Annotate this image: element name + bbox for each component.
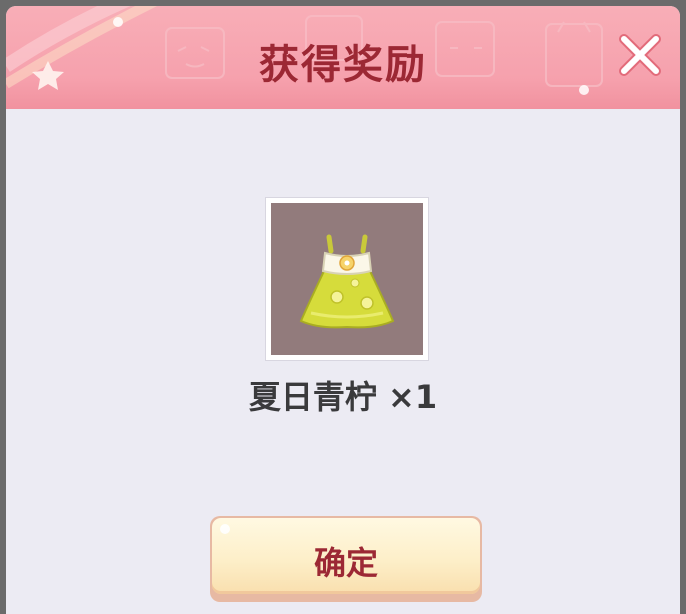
reward-item-label: 夏日青柠 ×1 bbox=[6, 372, 680, 418]
confirm-button-label: 确定 bbox=[313, 544, 378, 582]
confirm-button-face: 确定 bbox=[212, 518, 480, 594]
reward-item-slot[interactable] bbox=[266, 198, 428, 360]
summer-dress-icon bbox=[299, 234, 395, 329]
reward-item-quantity: ×1 bbox=[388, 378, 438, 416]
close-button[interactable] bbox=[618, 33, 662, 77]
confirm-button[interactable]: 确定 bbox=[210, 516, 482, 602]
reward-item-name: 夏日青柠 bbox=[248, 378, 377, 416]
game-screen: 获得奖励 夏日青柠 ×1 确定 bbox=[0, 0, 686, 614]
button-shine-decoration bbox=[220, 524, 230, 534]
dialog-title: 获得奖励 bbox=[259, 42, 427, 88]
dialog-header: 获得奖励 bbox=[6, 6, 680, 109]
reward-dialog: 获得奖励 夏日青柠 ×1 确定 bbox=[6, 6, 680, 614]
reward-item-background bbox=[271, 203, 423, 355]
close-x-icon bbox=[619, 34, 661, 76]
